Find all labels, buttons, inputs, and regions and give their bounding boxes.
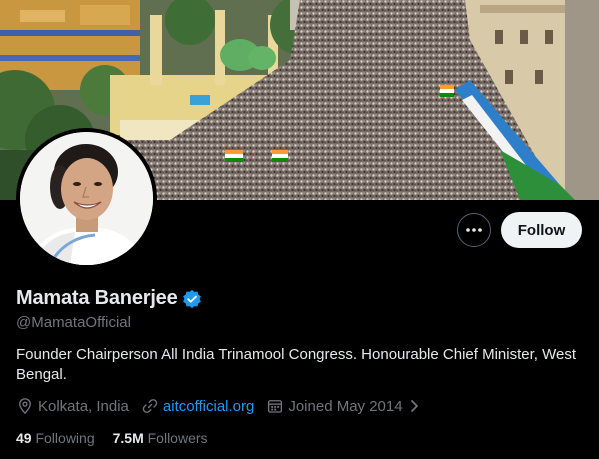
followers-count: 7.5M bbox=[112, 430, 144, 446]
website-link[interactable]: aitcofficial.org bbox=[163, 398, 254, 415]
following-count: 49 bbox=[16, 430, 32, 446]
website-item[interactable]: aitcofficial.org bbox=[141, 397, 254, 415]
follow-counts: 49 Following 7.5M Followers bbox=[16, 430, 226, 446]
chevron-right-icon bbox=[410, 400, 418, 412]
profile-avatar[interactable] bbox=[16, 128, 157, 269]
following-link[interactable]: 49 Following bbox=[16, 430, 95, 446]
more-horizontal-icon bbox=[466, 228, 482, 232]
location-text: Kolkata, India bbox=[38, 397, 129, 415]
profile-meta: Kolkata, India aitcofficial.org Joined M… bbox=[16, 397, 437, 415]
location-item: Kolkata, India bbox=[16, 397, 129, 415]
name-row: Mamata Banerjee bbox=[16, 287, 202, 310]
verified-badge-icon[interactable] bbox=[182, 289, 202, 309]
location-pin-icon bbox=[19, 398, 31, 415]
joined-text: Joined May 2014 bbox=[288, 397, 403, 415]
avatar-image bbox=[20, 132, 153, 265]
followers-link[interactable]: 7.5M Followers bbox=[113, 430, 208, 446]
user-handle: @MamataOfficial bbox=[16, 314, 131, 331]
display-name: Mamata Banerjee bbox=[16, 287, 178, 309]
more-options-button[interactable] bbox=[457, 213, 491, 247]
link-icon bbox=[142, 399, 158, 413]
calendar-icon bbox=[268, 400, 283, 413]
following-label: Following bbox=[35, 430, 95, 446]
profile-bio: Founder Chairperson All India Trinamool … bbox=[16, 346, 576, 383]
follow-button-label: Follow bbox=[517, 221, 566, 239]
joined-item[interactable]: Joined May 2014 bbox=[266, 397, 424, 415]
follow-button[interactable]: Follow bbox=[501, 212, 582, 248]
followers-label: Followers bbox=[147, 430, 208, 446]
